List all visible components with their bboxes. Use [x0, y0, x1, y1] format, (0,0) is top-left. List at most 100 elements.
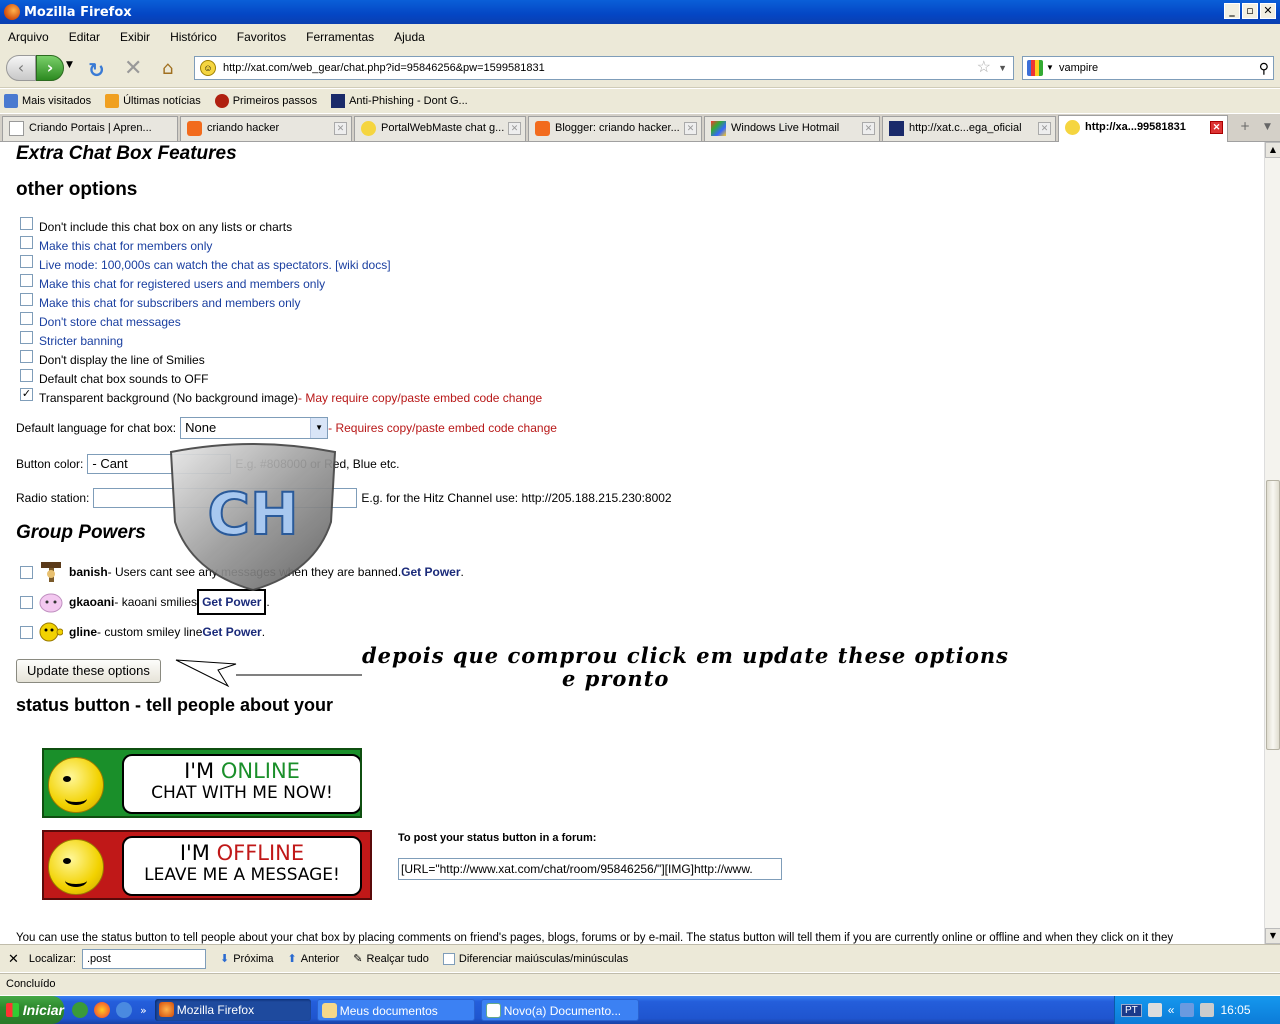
tab-hotmail[interactable]: Windows Live Hotmail ✕ [704, 116, 880, 141]
checkbox-checked[interactable]: ✓ [20, 387, 33, 401]
tab-criando-hacker[interactable]: criando hacker ✕ [180, 116, 352, 141]
checkbox[interactable] [20, 349, 33, 363]
minimize-button[interactable]: _ [1224, 3, 1240, 19]
find-next-button[interactable]: ⬇ Próxima [220, 952, 274, 966]
checkbox[interactable] [20, 565, 33, 579]
task-novo-documento[interactable]: Novo(a) Documento... [480, 999, 639, 1021]
search-box[interactable]: ▼ vampire ⚲ [1022, 56, 1274, 80]
tab-criando-portais[interactable]: Criando Portais | Apren... [2, 116, 178, 141]
checkbox[interactable] [20, 292, 33, 306]
online-status-badge[interactable]: I'M ONLINE CHAT WITH ME NOW! [42, 748, 362, 818]
option-live-mode[interactable]: Live mode: 100,000s can watch the chat a… [20, 254, 391, 272]
home-button[interactable]: ⌂ [162, 58, 173, 79]
highlighter-icon: ✎ [353, 953, 363, 965]
language-row: Default language for chat box: None ▼ - R… [16, 417, 557, 439]
option-transparent-bg[interactable]: ✓ Transparent background (No background i… [20, 387, 542, 405]
stop-button[interactable]: ✕ [124, 56, 142, 81]
scroll-thumb[interactable] [1266, 480, 1280, 750]
maximize-button[interactable]: ▫ [1242, 3, 1258, 19]
tab-xat-chat-active[interactable]: http://xa...99581831 ✕ [1058, 115, 1228, 142]
get-power-link[interactable]: Get Power [202, 625, 261, 639]
vertical-scrollbar[interactable]: ▲ ▼ [1264, 142, 1280, 944]
scroll-up-icon[interactable]: ▲ [1265, 142, 1280, 158]
option-stricter-banning[interactable]: Stricter banning [20, 330, 123, 348]
close-button[interactable]: ✕ [1260, 3, 1276, 19]
checkbox[interactable] [20, 368, 33, 382]
reload-button[interactable]: ↻ [88, 58, 105, 82]
menu-ajuda[interactable]: Ajuda [394, 30, 425, 44]
checkbox[interactable] [20, 311, 33, 325]
checkbox[interactable] [20, 595, 33, 609]
ie-icon[interactable] [116, 1002, 132, 1018]
menu-historico[interactable]: Histórico [170, 30, 217, 44]
get-power-link[interactable]: Get Power [197, 589, 267, 615]
tab-close-icon[interactable]: ✕ [1038, 122, 1051, 135]
address-bar[interactable]: ☺ http://xat.com/web_gear/chat.php?id=95… [194, 56, 1014, 80]
update-options-button[interactable]: Update these options [16, 659, 161, 683]
bookmark-ultimas-noticias[interactable]: Últimas notícias [105, 94, 201, 108]
option-dont-store[interactable]: Don't store chat messages [20, 311, 181, 329]
search-icon[interactable]: ⚲ [1259, 57, 1269, 79]
highlight-all-button[interactable]: ✎ Realçar tudo [353, 952, 429, 966]
checkbox[interactable] [20, 273, 33, 287]
network-icon[interactable] [1180, 1003, 1195, 1017]
find-input[interactable]: .post [81, 948, 206, 969]
checkbox[interactable] [20, 330, 33, 344]
task-firefox[interactable]: Mozilla Firefox [154, 999, 311, 1021]
option-registered-only[interactable]: Make this chat for registered users and … [20, 273, 325, 291]
scroll-down-icon[interactable]: ▼ [1265, 928, 1280, 944]
option-sounds-off[interactable]: Default chat box sounds to OFF [20, 368, 208, 386]
checkbox[interactable] [442, 952, 455, 965]
checkbox[interactable] [20, 254, 33, 268]
option-no-lists[interactable]: Don't include this chat box on any lists… [20, 216, 292, 234]
forward-button[interactable]: › [36, 55, 64, 81]
tab-close-icon[interactable]: ✕ [334, 122, 347, 135]
bookmark-anti-phishing[interactable]: Anti-Phishing - Dont G... [331, 94, 468, 108]
match-case-checkbox[interactable]: Diferenciar maiúsculas/minúsculas [442, 952, 628, 965]
option-members-only[interactable]: Make this chat for members only [20, 235, 212, 253]
option-subscribers-only[interactable]: Make this chat for subscribers and membe… [20, 292, 300, 310]
tab-close-icon[interactable]: ✕ [862, 122, 875, 135]
task-meus-documentos[interactable]: Meus documentos [316, 999, 475, 1021]
tab-list-icon[interactable]: ▼ [1264, 122, 1271, 132]
menu-arquivo[interactable]: Arquivo [8, 30, 49, 44]
tab-xat-oficial[interactable]: http://xat.c...ega_oficial ✕ [882, 116, 1056, 141]
checkbox[interactable] [20, 235, 33, 249]
offline-status-badge[interactable]: I'M OFFLINE LEAVE ME A MESSAGE! [42, 830, 372, 900]
bookmark-star-icon[interactable]: ☆ [977, 57, 991, 79]
option-no-smilies[interactable]: Don't display the line of Smilies [20, 349, 205, 367]
menu-exibir[interactable]: Exibir [120, 30, 150, 44]
bookmark-primeiros-passos[interactable]: Primeiros passos [214, 94, 317, 108]
url-dropdown-icon[interactable]: ▼ [998, 57, 1007, 79]
get-power-link[interactable]: Get Power [401, 565, 460, 579]
bookmark-mais-visitados[interactable]: Mais visitados [4, 94, 91, 108]
start-button[interactable]: Iniciar [0, 996, 64, 1024]
tab-portalwebmaste[interactable]: PortalWebMaste chat g... ✕ [354, 116, 526, 141]
keyboard-icon[interactable] [1147, 1003, 1162, 1017]
back-button[interactable]: ‹ [6, 55, 36, 81]
volume-icon[interactable] [1200, 1003, 1215, 1017]
quicklaunch-app-icon[interactable] [72, 1002, 88, 1018]
menu-favoritos[interactable]: Favoritos [237, 30, 286, 44]
chevron-down-icon[interactable]: ▼ [310, 418, 328, 438]
checkbox[interactable] [20, 216, 33, 230]
engine-dropdown-icon[interactable]: ▼ [1046, 57, 1054, 79]
history-dropdown-icon[interactable]: ▼ [66, 60, 73, 70]
menu-editar[interactable]: Editar [69, 30, 100, 44]
tab-close-icon[interactable]: ✕ [1210, 121, 1223, 134]
language-select[interactable]: None ▼ [180, 417, 329, 439]
find-previous-button[interactable]: ⬆ Anterior [288, 952, 340, 966]
google-icon[interactable] [1027, 60, 1043, 76]
chrome-icon[interactable] [94, 1002, 110, 1018]
tab-close-icon[interactable]: ✕ [508, 122, 521, 135]
new-tab-icon[interactable]: + [1240, 119, 1250, 133]
tray-expand-icon[interactable]: « [1168, 1003, 1175, 1017]
tab-blogger[interactable]: Blogger: criando hacker... ✕ [528, 116, 702, 141]
language-indicator[interactable]: PT [1121, 1003, 1142, 1017]
menu-ferramentas[interactable]: Ferramentas [306, 30, 374, 44]
checkbox[interactable] [20, 625, 33, 639]
close-find-icon[interactable]: ✕ [8, 951, 19, 967]
tab-close-icon[interactable]: ✕ [684, 122, 697, 135]
forum-code-field[interactable]: [URL="http://www.xat.com/chat/room/95846… [398, 858, 782, 880]
quicklaunch-more-icon[interactable]: » [140, 1004, 147, 1017]
